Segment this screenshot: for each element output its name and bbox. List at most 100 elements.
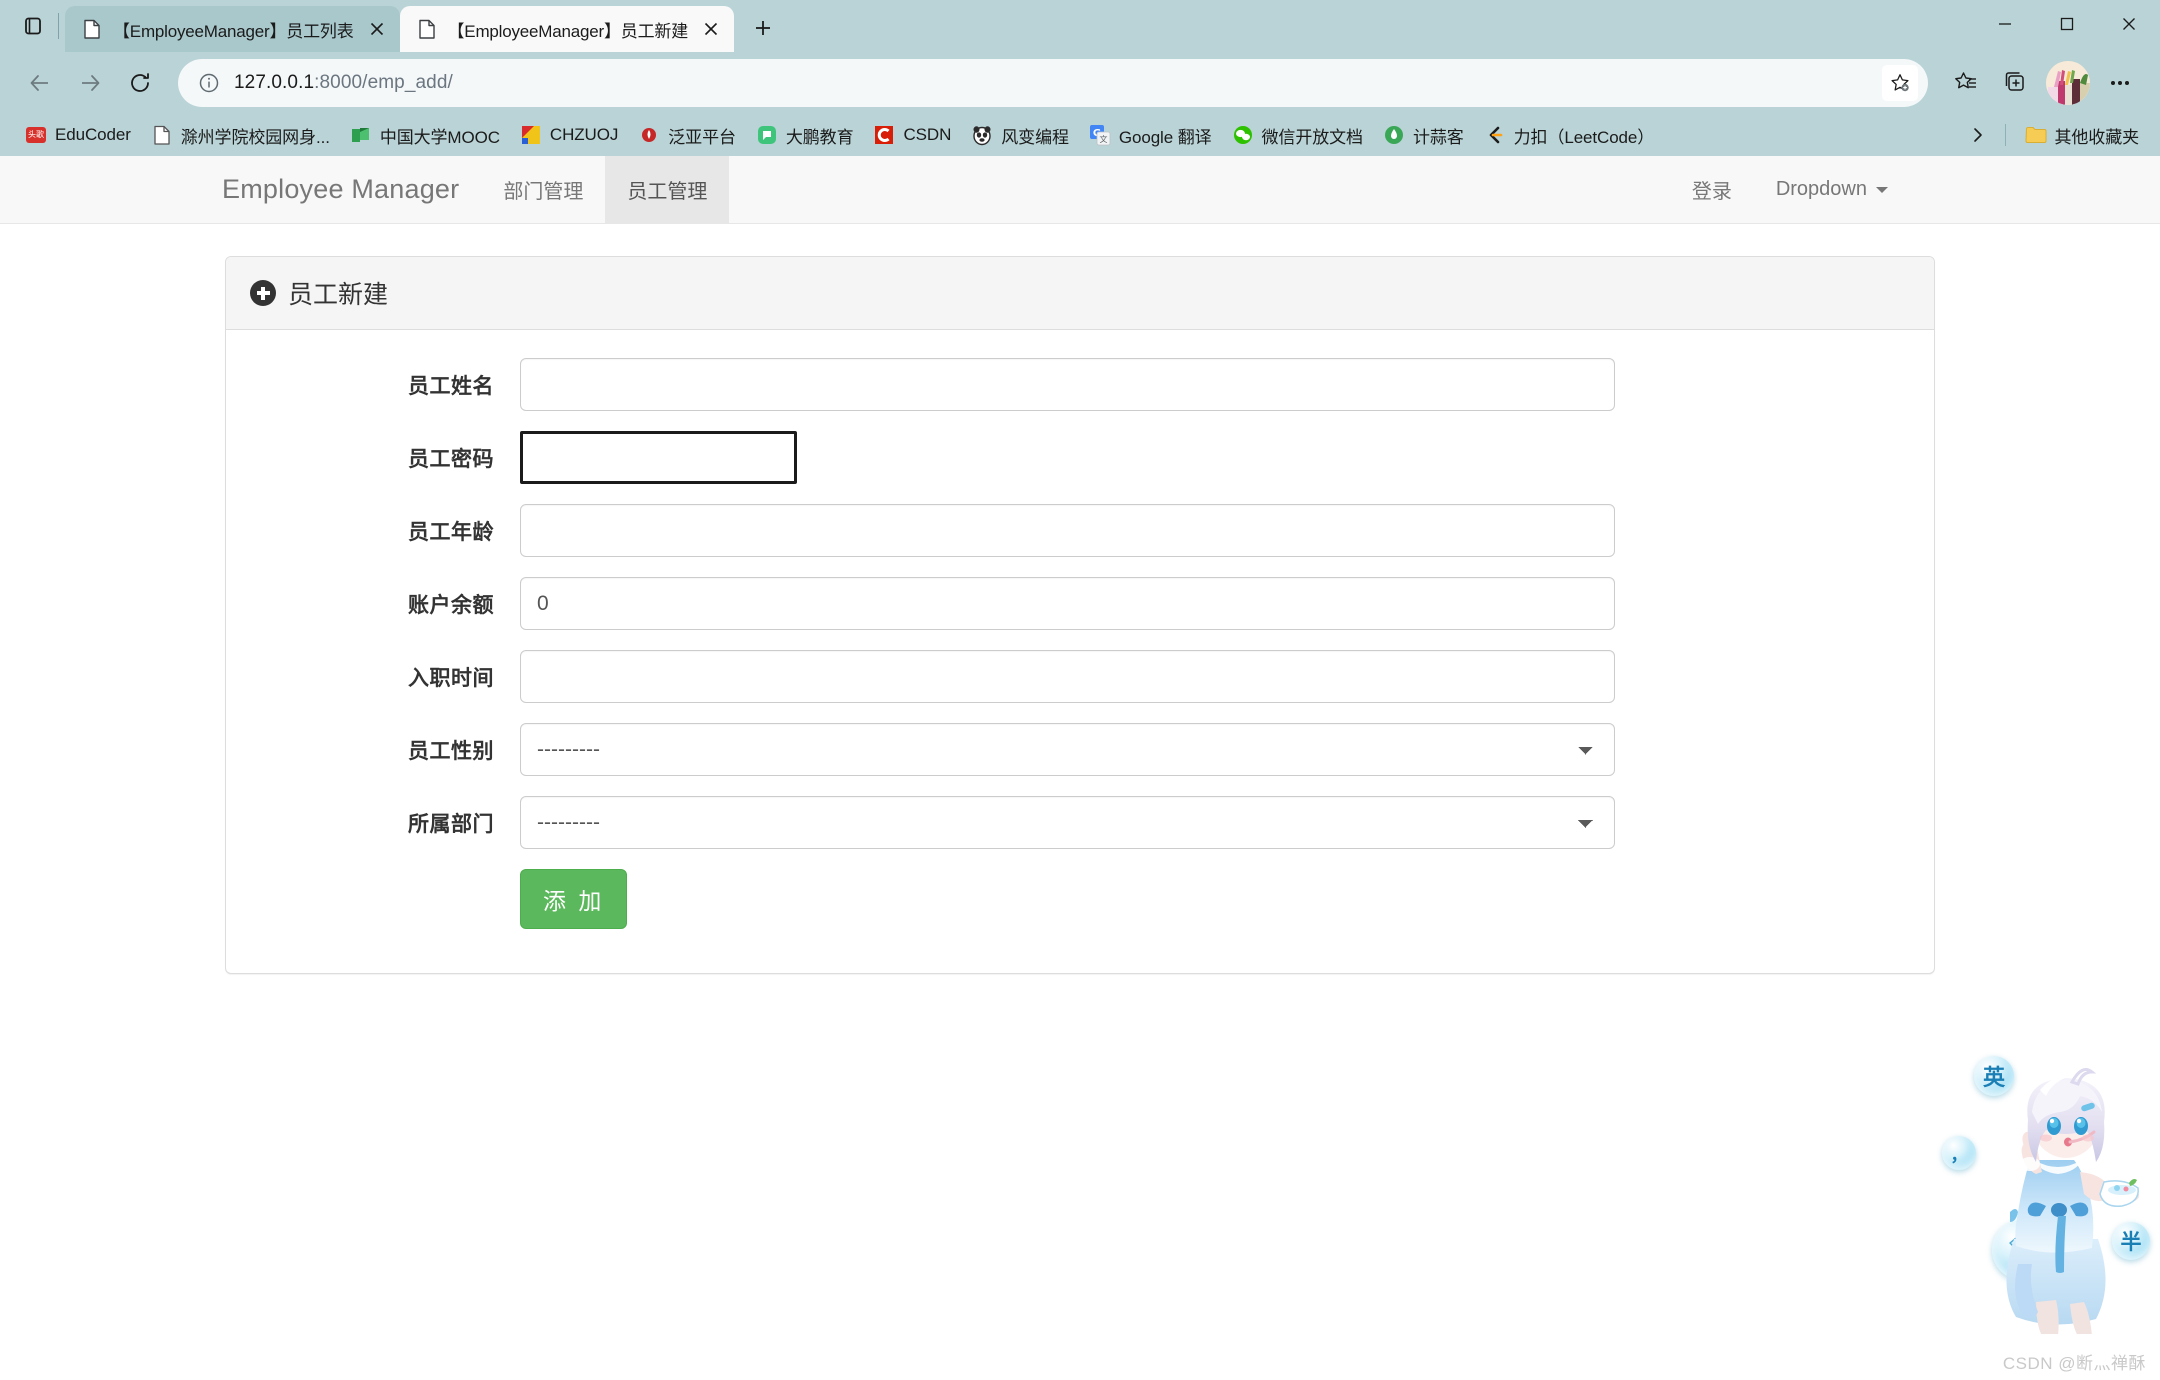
back-arrow-icon[interactable] <box>16 59 64 107</box>
svg-text:文: 文 <box>1099 134 1107 144</box>
url-host: 127.0.0.1 <box>234 72 314 93</box>
profile-avatar[interactable] <box>2046 61 2090 105</box>
forward-arrow-icon[interactable] <box>66 59 114 107</box>
bookmark-fanya[interactable]: 泛亚平台 <box>629 118 745 152</box>
minimize-button[interactable] <box>1974 0 2036 48</box>
bookmark-chzuoj[interactable]: CHZUOJ <box>511 118 627 152</box>
label-employee-gender: 员工性别 <box>250 735 520 765</box>
bookmark-label: 大鹏教育 <box>786 123 854 148</box>
browser-chrome: 【EmployeeManager】员工列表 【EmployeeManager】员… <box>0 0 2160 156</box>
input-hire-date[interactable] <box>520 650 1615 703</box>
educoder-icon: 头歌 <box>25 124 47 146</box>
bookmark-google-translate[interactable]: G 文 Google 翻译 <box>1080 118 1221 152</box>
anime-mascot <box>1984 1064 2144 1334</box>
form-row-name: 员工姓名 <box>250 358 1910 411</box>
label-hire-date: 入职时间 <box>250 662 520 692</box>
ellipsis-icon[interactable] <box>2096 59 2144 107</box>
bookmark-leetcode[interactable]: 力扣（LeetCode） <box>1475 118 1664 152</box>
collections-icon[interactable] <box>1992 59 2040 107</box>
nav-item-department[interactable]: 部门管理 <box>481 156 605 223</box>
chevron-down-icon <box>1876 187 1888 193</box>
browser-tab-2[interactable]: 【EmployeeManager】员工新建 <box>400 6 735 52</box>
page-icon <box>151 124 173 146</box>
form-row-age: 员工年龄 <box>250 504 1910 557</box>
bookmark-dapeng[interactable]: 大鹏教育 <box>747 118 863 152</box>
bookmark-label: CSDN <box>903 125 951 145</box>
punctuation-mode-bubble[interactable]: ， <box>1942 1136 1976 1170</box>
bookmark-other-favorites[interactable]: 其他收藏夹 <box>2016 118 2149 152</box>
label-employee-name: 员工姓名 <box>250 370 520 400</box>
brand-link[interactable]: Employee Manager <box>222 156 481 223</box>
reload-icon[interactable] <box>116 59 164 107</box>
window-controls <box>1974 0 2160 48</box>
ime-floating-widget[interactable]: 英 ， 半 <box>1922 1044 2152 1334</box>
label-employee-age: 员工年龄 <box>250 516 520 546</box>
tab-search-icon[interactable] <box>10 4 56 48</box>
info-circle-icon[interactable] <box>194 68 224 98</box>
dapeng-icon <box>756 124 778 146</box>
select-employee-gender[interactable]: --------- <box>520 723 1615 776</box>
chevron-right-icon[interactable] <box>1961 118 1995 152</box>
panel-body: 员工姓名 员工密码 员工年龄 账户余额 <box>226 330 1934 973</box>
input-employee-name[interactable] <box>520 358 1615 411</box>
input-account-balance[interactable] <box>520 577 1615 630</box>
bookmark-csdn[interactable]: CSDN <box>864 118 960 152</box>
url-path: :8000/emp_add/ <box>314 72 453 93</box>
bookmark-icourse163[interactable]: 中国大学MOOC <box>341 118 509 152</box>
close-window-button[interactable] <box>2098 0 2160 48</box>
jisuanke-icon <box>1383 124 1405 146</box>
submit-add-button[interactable]: 添 加 <box>520 869 627 929</box>
mooc-icon <box>350 124 372 146</box>
employee-create-panel: 员工新建 员工姓名 员工密码 员工年龄 <box>225 256 1935 974</box>
fanya-icon <box>638 124 660 146</box>
tab-strip: 【EmployeeManager】员工列表 【EmployeeManager】员… <box>0 0 2160 52</box>
form-row-balance: 账户余额 <box>250 577 1910 630</box>
maximize-button[interactable] <box>2036 0 2098 48</box>
form-row-gender: 员工性别 --------- <box>250 723 1910 776</box>
page-viewport: Employee Manager 部门管理 员工管理 登录 Dropdown 员… <box>0 156 2160 1380</box>
form-actions: 添 加 <box>250 869 1910 929</box>
close-icon[interactable] <box>364 16 390 42</box>
input-employee-password[interactable] <box>520 431 797 484</box>
label-department: 所属部门 <box>250 808 520 838</box>
leetcode-icon <box>1484 124 1506 146</box>
bookmark-wechat-docs[interactable]: 微信开放文档 <box>1223 118 1372 152</box>
bookmark-label: 滁州学院校园网身... <box>181 123 330 148</box>
tab-title: 【EmployeeManager】员工新建 <box>448 17 689 42</box>
bookmark-educoder[interactable]: 头歌 EduCoder <box>16 118 140 152</box>
bookmarks-bar: 头歌 EduCoder 滁州学院校园网身... <box>0 114 2160 156</box>
navbar-right: 登录 Dropdown <box>1670 156 1910 223</box>
address-bar[interactable]: 127.0.0.1:8000/emp_add/ <box>178 59 1928 107</box>
new-tab-button[interactable] <box>742 7 784 49</box>
star-plus-icon[interactable] <box>1882 65 1918 101</box>
bookmark-fengbian[interactable]: 风变编程 <box>962 118 1078 152</box>
nav-item-dropdown[interactable]: Dropdown <box>1754 156 1910 223</box>
bookmark-label: 微信开放文档 <box>1262 123 1363 148</box>
url-text: 127.0.0.1:8000/emp_add/ <box>234 72 1882 94</box>
panel-title: 员工新建 <box>288 275 388 311</box>
close-icon[interactable] <box>698 16 724 42</box>
app-navbar: Employee Manager 部门管理 员工管理 登录 Dropdown <box>0 156 2160 224</box>
page-icon <box>81 18 103 40</box>
form-row-hiredate: 入职时间 <box>250 650 1910 703</box>
form-row-password: 员工密码 <box>250 431 1910 484</box>
tab-divider <box>58 13 59 39</box>
fengbian-icon <box>971 124 993 146</box>
nav-item-employee[interactable]: 员工管理 <box>605 156 729 223</box>
nav-item-login[interactable]: 登录 <box>1670 156 1754 223</box>
svg-text:头歌: 头歌 <box>28 129 44 139</box>
bookmark-jisuanke[interactable]: 计蒜客 <box>1374 118 1473 152</box>
bookmark-label: 泛亚平台 <box>668 123 736 148</box>
bookmark-label: 风变编程 <box>1001 123 1069 148</box>
star-list-icon[interactable] <box>1942 59 1990 107</box>
bookmark-label: 其他收藏夹 <box>2055 123 2140 148</box>
panel-heading: 员工新建 <box>226 257 1934 330</box>
bookmarks-divider <box>2005 124 2006 146</box>
plus-circle-icon <box>250 280 276 306</box>
input-employee-age[interactable] <box>520 504 1615 557</box>
form-actions-offset <box>250 869 520 929</box>
select-department[interactable]: --------- <box>520 796 1615 849</box>
bookmark-chuzhou-campus[interactable]: 滁州学院校园网身... <box>142 118 339 152</box>
browser-tab-1[interactable]: 【EmployeeManager】员工列表 <box>65 6 400 52</box>
nav-dropdown-label: Dropdown <box>1776 178 1867 201</box>
